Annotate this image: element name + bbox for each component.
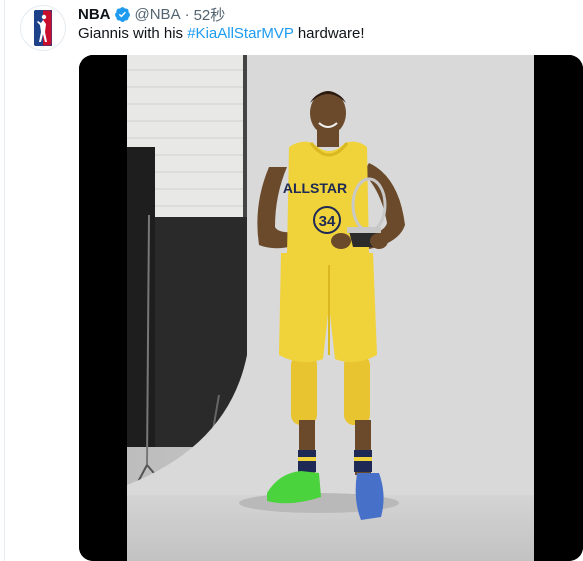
header-separator: ·: [184, 5, 190, 23]
verified-badge-icon: [114, 6, 131, 23]
author-name[interactable]: NBA: [78, 6, 111, 23]
tweet-card[interactable]: NBA @NBA · 52秒 Giannis with his #KiaAllS…: [0, 0, 583, 561]
timeline-divider: [4, 0, 5, 561]
tweet-timestamp[interactable]: 52秒: [194, 4, 226, 25]
tweet-text: Giannis with his #KiaAllStarMVP hardware…: [78, 25, 365, 43]
nba-logo-icon: [34, 10, 52, 46]
jersey-number: 34: [319, 213, 336, 230]
jersey-wordmark: ALLSTAR: [283, 180, 347, 196]
video-frame: ALLSTAR 34: [79, 55, 583, 561]
avatar[interactable]: [20, 5, 66, 51]
tweet-text-start: Giannis with his: [78, 25, 188, 42]
media-video[interactable]: ALLSTAR 34: [79, 55, 583, 561]
author-handle[interactable]: @NBA: [135, 6, 181, 23]
tweet-text-end: hardware!: [293, 25, 365, 42]
tweet-header: NBA @NBA · 52秒: [78, 4, 226, 25]
hashtag-link[interactable]: #KiaAllStarMVP: [187, 25, 293, 42]
